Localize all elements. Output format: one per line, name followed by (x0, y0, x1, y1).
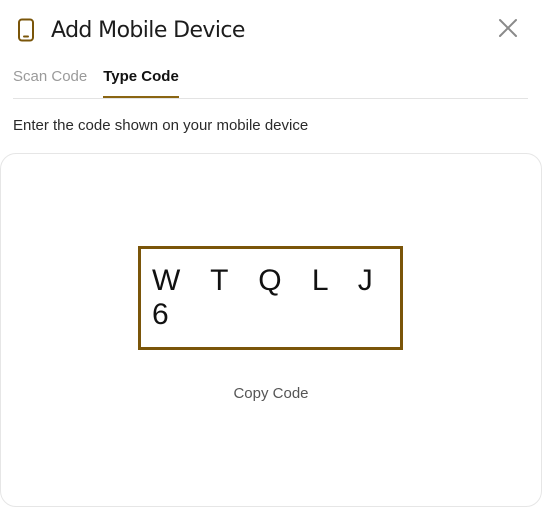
tab-scan-code[interactable]: Scan Code (13, 64, 87, 98)
dialog-header: Add Mobile Device (14, 16, 245, 44)
copy-code-button[interactable]: Copy Code (1, 385, 541, 402)
instruction-text: Enter the code shown on your mobile devi… (13, 117, 309, 134)
dialog-title: Add Mobile Device (51, 17, 245, 43)
close-icon (498, 18, 518, 43)
code-card: W T Q L J 6 Copy Code (0, 153, 542, 507)
tab-bar: Scan Code Type Code (13, 64, 528, 99)
pairing-code: W T Q L J 6 (152, 264, 384, 331)
close-button[interactable] (496, 18, 520, 42)
mobile-phone-icon (14, 16, 38, 44)
add-mobile-device-dialog: Add Mobile Device Scan Code Type Code En… (0, 0, 544, 508)
code-display-box: W T Q L J 6 (138, 246, 403, 350)
tab-type-code[interactable]: Type Code (103, 64, 179, 98)
